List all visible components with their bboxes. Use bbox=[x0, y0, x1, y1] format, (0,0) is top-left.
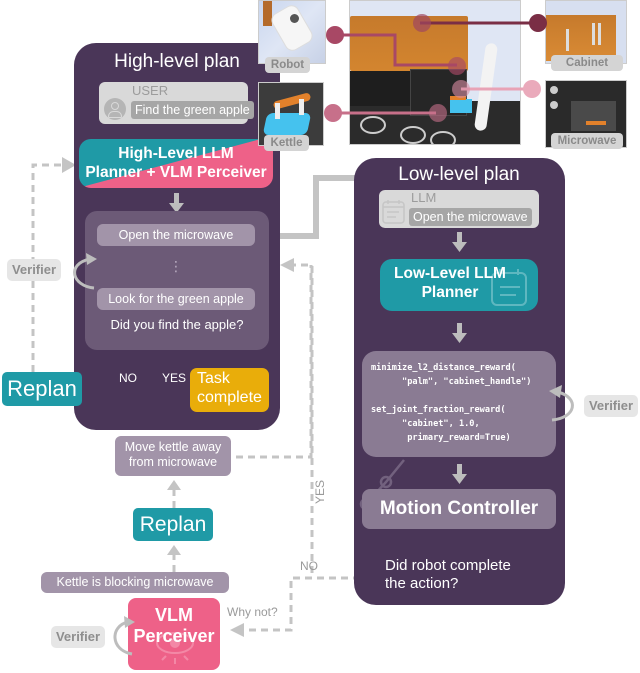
yes-return-connector bbox=[293, 263, 314, 573]
llm-message: Open the microwave bbox=[409, 208, 532, 226]
low-level-planner-label-line1: Low-Level LLM bbox=[394, 265, 506, 282]
new-step-line1: Move kettle away bbox=[124, 440, 222, 454]
vlm-perceiver-line1: VLM bbox=[155, 605, 193, 625]
cabinet-callout-dot bbox=[529, 14, 547, 32]
yes-label: YES bbox=[162, 371, 187, 385]
task-complete-line2: complete bbox=[197, 389, 262, 406]
verifier-loop-icon bbox=[549, 385, 574, 422]
code-line-2: "palm", "cabinet_handle") bbox=[371, 377, 532, 387]
replan-badge-failure: Replan bbox=[133, 508, 213, 541]
why-not-label: Why not? bbox=[227, 605, 278, 619]
arrowhead-yes-return bbox=[280, 258, 294, 272]
observation-kettle-blocking: Kettle is blocking microwave bbox=[41, 572, 229, 593]
llm-label: LLM bbox=[411, 190, 437, 205]
step-ellipsis: ⋮ bbox=[169, 258, 183, 274]
planner-doc-icon bbox=[382, 200, 405, 224]
high-level-question: Did you find the apple? bbox=[110, 317, 244, 332]
robot-target-dot bbox=[448, 57, 466, 75]
llm-message-box: LLM Open the microwave bbox=[379, 190, 539, 228]
arrowhead-replan bbox=[167, 545, 181, 555]
verifier-loop-icon bbox=[73, 253, 97, 290]
microwave-callout-dot bbox=[523, 80, 541, 98]
low-level-title: Low-level plan bbox=[398, 164, 520, 185]
kettle-target-dot bbox=[429, 104, 447, 122]
verifier-badge-low-level: Verifier bbox=[584, 395, 638, 417]
new-step-move-kettle[interactable]: Move kettle away from microwave bbox=[115, 436, 231, 476]
branch-no-label: NO bbox=[300, 559, 318, 573]
replan-badge-high-level: Replan bbox=[2, 372, 82, 406]
arrowhead-perceiver bbox=[230, 623, 244, 637]
down-arrow-icon bbox=[452, 232, 467, 252]
low-level-planner-block: Low-Level LLM Planner bbox=[380, 259, 538, 311]
low-level-question-line1: Did robot complete bbox=[385, 557, 511, 574]
kettle-callout-dot bbox=[324, 104, 342, 122]
cabinet-target-dot bbox=[413, 14, 431, 32]
code-line-4: set_joint_fraction_reward( bbox=[371, 405, 506, 415]
step-open-microwave[interactable]: Open the microwave bbox=[97, 224, 255, 246]
down-arrow-icon bbox=[452, 464, 467, 484]
code-line-5: "cabinet", 1.0, bbox=[371, 419, 480, 429]
scene-callout-layer bbox=[324, 14, 547, 122]
low-level-planner-label-line2: Planner bbox=[421, 284, 479, 301]
code-line-6: primary_reward=True) bbox=[371, 433, 511, 443]
high-level-planner-label-line2: Planner + VLM Perceiver bbox=[85, 164, 267, 181]
arrowhead-newstep bbox=[167, 480, 181, 490]
low-level-question-line2: the action? bbox=[385, 575, 459, 592]
robot-callout-dot bbox=[326, 26, 344, 44]
no-label: NO bbox=[119, 371, 137, 385]
vlm-perceiver-block: VLM Perceiver bbox=[128, 598, 220, 670]
branch-yes-label: YES bbox=[313, 479, 327, 504]
task-complete-line1: Task bbox=[197, 370, 230, 387]
microwave-target-dot bbox=[452, 80, 470, 98]
verifier-badge-failure: Verifier bbox=[51, 626, 105, 648]
code-line-1: minimize_l2_distance_reward( bbox=[371, 363, 516, 373]
vlm-perceiver-line2: Perceiver bbox=[133, 626, 215, 646]
step-look-for-apple[interactable]: Look for the green apple bbox=[97, 288, 255, 310]
new-step-line2: from microwave bbox=[128, 455, 218, 469]
verifier-loop-icon bbox=[113, 616, 135, 656]
motion-controller-block: Motion Controller bbox=[362, 489, 556, 529]
verifier-badge-high-level: Verifier bbox=[7, 259, 61, 281]
down-arrow-icon bbox=[452, 323, 467, 343]
task-complete-badge: Task complete bbox=[190, 368, 269, 412]
robot-callout-line bbox=[335, 33, 457, 67]
